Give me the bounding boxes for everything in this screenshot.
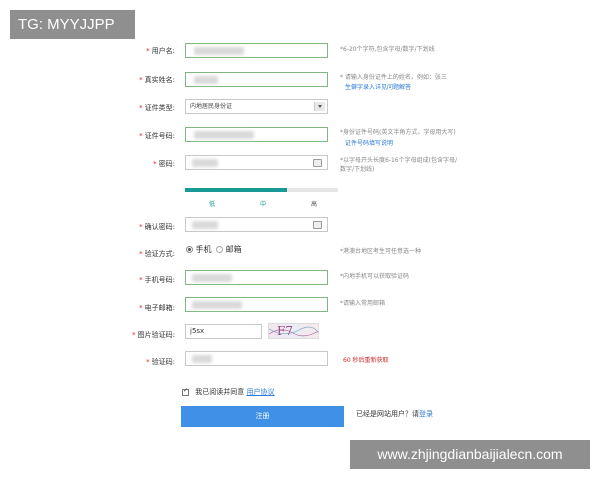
confirm-password-input[interactable]	[185, 217, 328, 232]
username-hint: *6-20个字符,包含字母/数字/下划线	[340, 46, 435, 53]
keyboard-icon[interactable]	[313, 159, 322, 167]
phone-label: * 手机号码:	[139, 276, 175, 284]
check-icon: ✓	[183, 386, 189, 394]
captcha-noise	[269, 326, 318, 337]
id-number-input[interactable]	[185, 127, 328, 142]
captcha-label: * 图片验证码:	[132, 331, 175, 339]
password-strength-track	[185, 188, 338, 192]
watermark-bottom-right: www.zhjingdianbaijialecn.com	[350, 440, 590, 469]
radio-email-label: 邮箱	[225, 245, 242, 254]
password-label: * 密码:	[153, 160, 175, 168]
code-countdown: 60 秒后重新获取	[343, 357, 389, 364]
email-input[interactable]	[185, 297, 328, 312]
id-type-select[interactable]: 内地居民身份证	[185, 99, 328, 114]
radio-phone[interactable]	[186, 246, 193, 253]
phone-input[interactable]	[185, 270, 328, 285]
email-hint: *请输入常用邮箱	[340, 300, 386, 307]
id-number-help-link[interactable]: 证件号码填写说明	[345, 138, 393, 147]
strength-weak-label: 低	[208, 201, 215, 208]
id-type-label: * 证件类型:	[139, 104, 175, 112]
email-label: * 电子邮箱:	[139, 304, 175, 312]
chevron-down-icon	[314, 102, 325, 111]
password-input[interactable]	[185, 155, 328, 170]
verify-method-label: * 验证方式:	[139, 250, 175, 258]
realname-input[interactable]	[185, 72, 328, 87]
id-number-label: * 证件号码:	[139, 132, 175, 140]
captcha-input[interactable]: j5sx	[185, 324, 262, 339]
strength-strong-label: 高	[310, 201, 317, 208]
realname-help-link[interactable]: 生僻字录入详见问题解答	[345, 82, 411, 91]
agreement-row: ✓ 我已阅读并同意 用户协议	[182, 387, 274, 397]
register-button[interactable]: 注册	[181, 406, 344, 427]
confirm-password-label: * 确认密码:	[139, 223, 175, 231]
agreement-text: 我已阅读并同意	[195, 388, 245, 396]
agreement-checkbox[interactable]: ✓	[182, 386, 189, 396]
realname-label: * 真实姓名:	[139, 76, 175, 84]
password-hint-line1: *以字母开头长度6-16个字母组成(包含字母/	[340, 157, 457, 164]
login-prompt: 已经是网站用户？请	[356, 410, 419, 418]
realname-hint: * 请输入身份证件上的姓名，例如：张三	[340, 74, 447, 81]
login-link[interactable]: 登录	[419, 410, 433, 418]
verify-method-radios: 手机 邮箱	[186, 244, 242, 255]
captcha-input-value: j5sx	[190, 327, 205, 335]
captcha-image[interactable]: F7	[268, 323, 319, 339]
password-hint-line2: 数字/下划线)	[340, 166, 375, 173]
login-row: 已经是网站用户？请登录	[356, 409, 433, 419]
username-input[interactable]	[185, 43, 328, 58]
radio-email[interactable]	[216, 246, 224, 253]
phone-hint: *内地手机可以获取验证码	[340, 273, 410, 280]
verify-method-hint: *港澳台地区考生可任意选一种	[340, 248, 422, 255]
keyboard-icon[interactable]	[313, 221, 322, 229]
username-label: * 用户名:	[146, 47, 175, 55]
strength-medium-label: 中	[259, 201, 266, 208]
id-number-hint: *身份证件号码(英文半角方式，字母用大写)	[340, 129, 456, 136]
code-label: * 验证码:	[146, 358, 175, 366]
code-input[interactable]	[185, 351, 328, 366]
radio-phone-label: 手机	[195, 245, 212, 254]
agreement-link[interactable]: 用户协议	[246, 388, 274, 396]
watermark-top-left: TG: MYYJJPP	[10, 10, 135, 39]
id-type-value: 内地居民身份证	[190, 103, 233, 110]
password-strength-fill	[185, 188, 287, 192]
